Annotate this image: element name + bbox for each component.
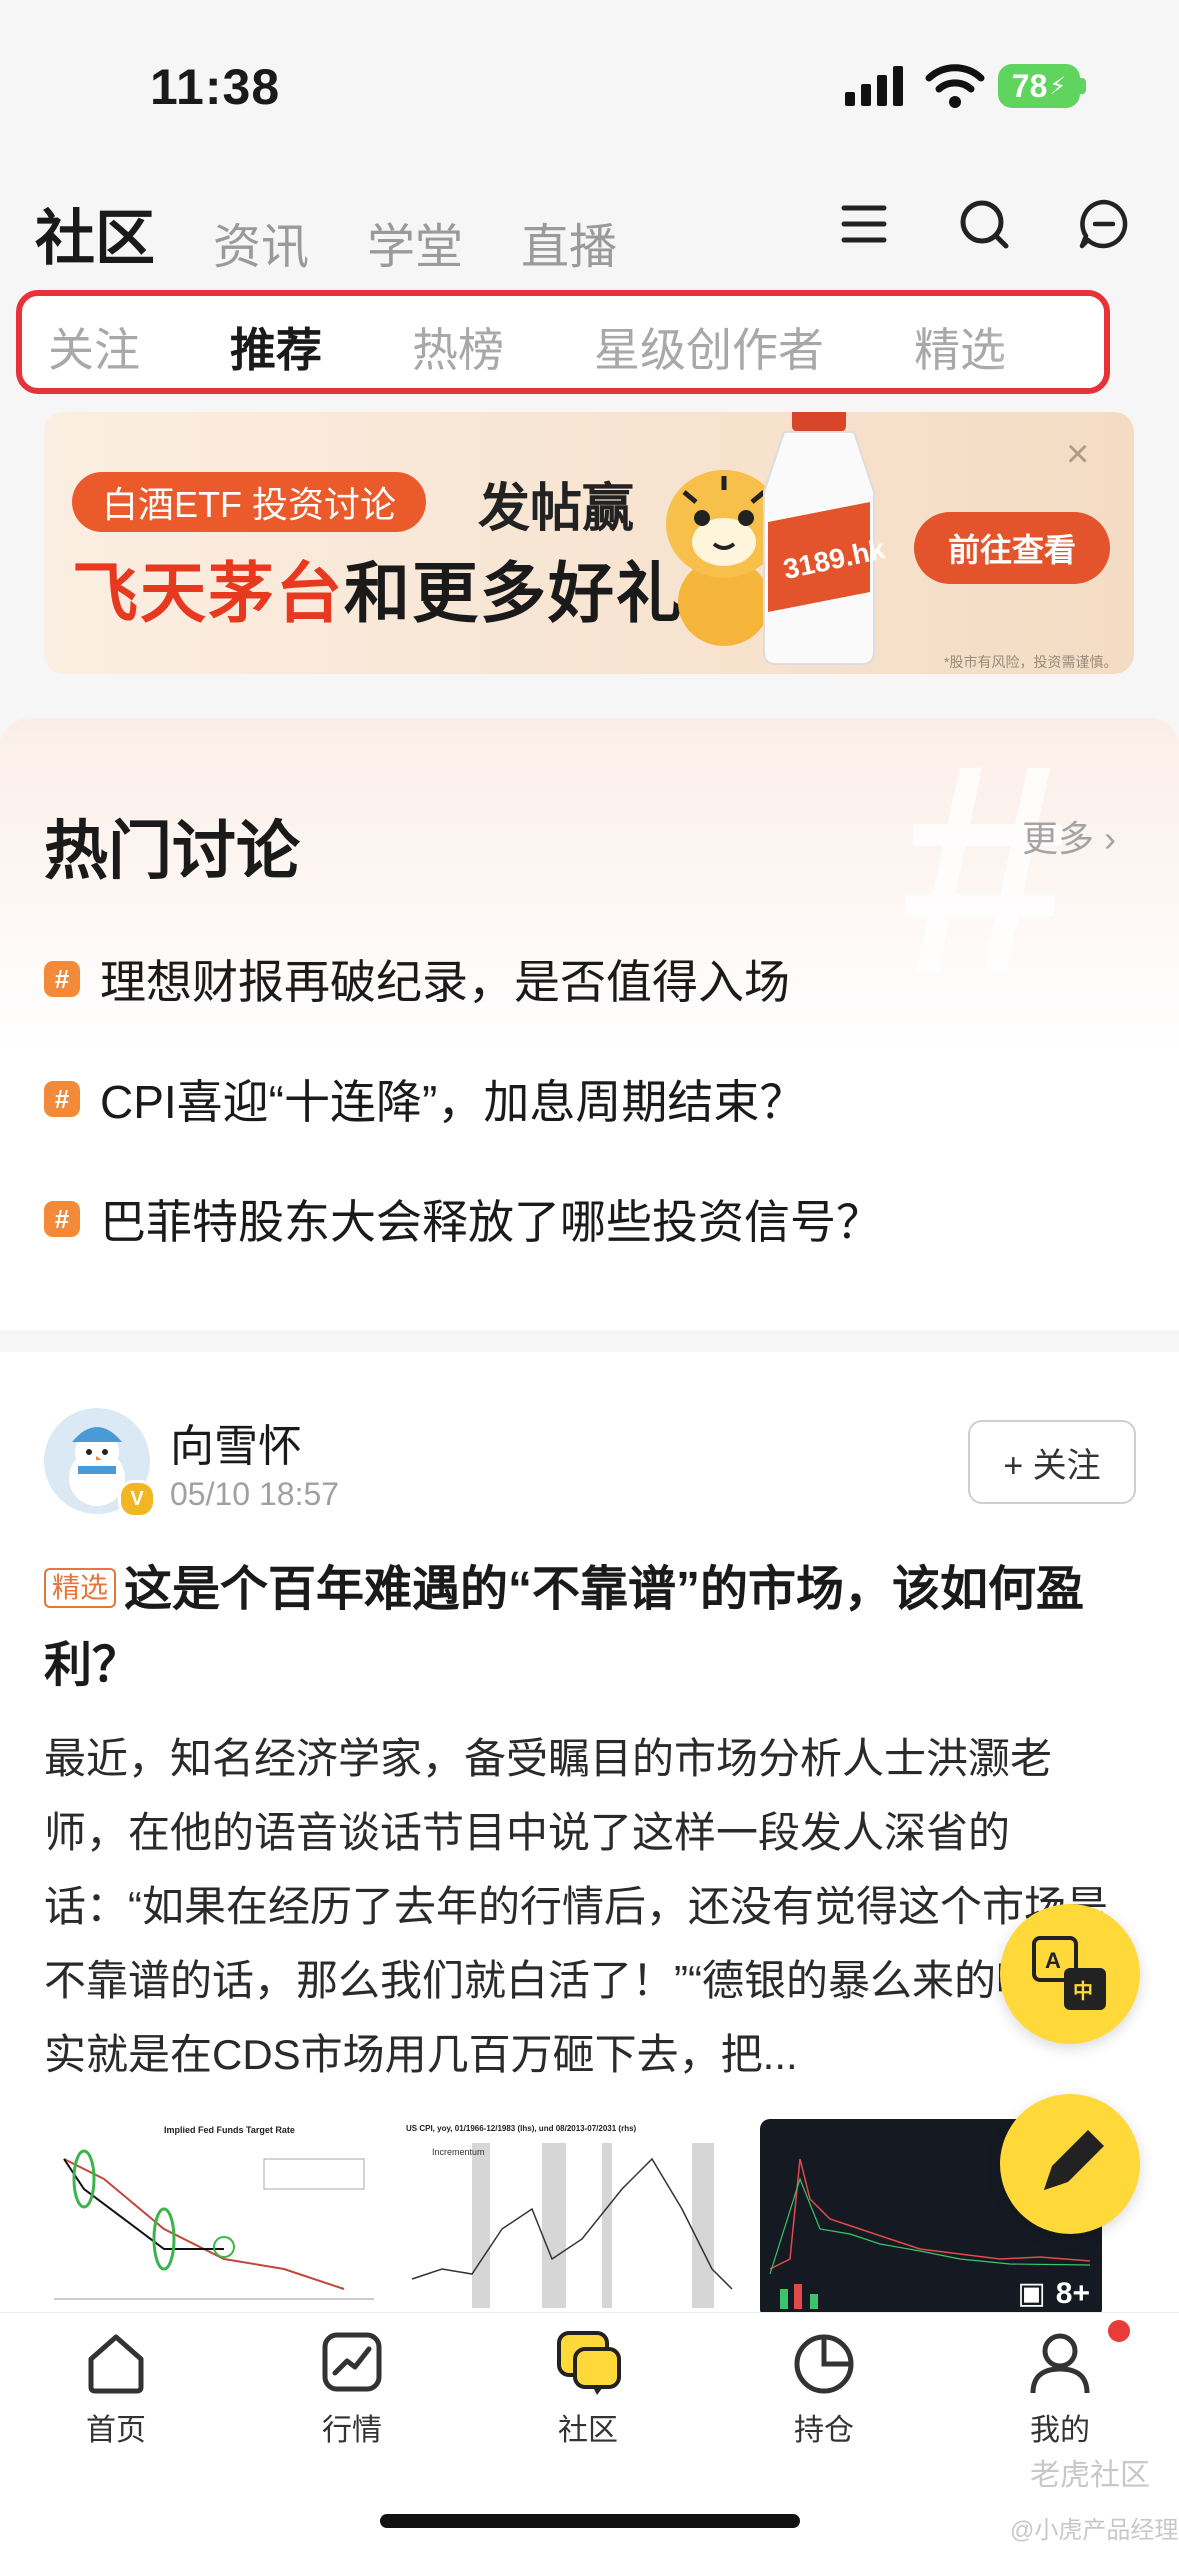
subtabs-fade xyxy=(984,296,1104,388)
compose-post-button[interactable] xyxy=(1000,2094,1140,2234)
hot-more-link[interactable]: 更多 › xyxy=(1022,810,1116,862)
svg-text:US CPI, yoy, 01/1966-12/1983 (: US CPI, yoy, 01/1966-12/1983 (lhs), und … xyxy=(406,2124,637,2133)
home-icon xyxy=(88,2334,144,2394)
pencil-icon xyxy=(1044,2130,1104,2190)
user-icon xyxy=(1030,2333,1090,2394)
subtab-star-creators[interactable]: 星级创作者 xyxy=(594,314,824,380)
svg-text:中: 中 xyxy=(1073,1979,1093,2003)
subtab-recommended[interactable]: 推荐 xyxy=(230,314,322,380)
chevron-right-icon: › xyxy=(1104,818,1117,859)
tab-news[interactable]: 资讯 xyxy=(213,207,309,277)
image-gallery-icon: ▣ xyxy=(1017,2277,1046,2310)
hot-discussion-section: # 热门讨论 更多 › # 理想财报再破纪录，是否值得入场 # CPI喜迎“十连降”，… xyxy=(0,718,1179,1330)
post-image-fed-rate-chart[interactable]: Implied Fed Funds Target Rate xyxy=(44,2119,386,2319)
svg-text:A: A xyxy=(1045,1948,1061,1973)
battery-indicator: 78 ⚡ xyxy=(998,64,1080,108)
hot-discussion-title: 热门讨论 xyxy=(44,815,300,887)
banner-subheadline: 飞天茅台和更多好礼 xyxy=(72,556,684,630)
tab-live[interactable]: 直播 xyxy=(521,207,617,277)
hot-topic-item[interactable]: # 理想财报再破纪录，是否值得入场 xyxy=(44,946,790,1012)
cellular-signal-icon xyxy=(845,66,903,106)
tab-academy[interactable]: 学堂 xyxy=(367,207,463,277)
community-icon xyxy=(557,2331,621,2395)
top-nav: 社区 资讯 学堂 直播 xyxy=(35,190,617,277)
tab-community[interactable]: 社区 xyxy=(35,190,155,277)
topic-hash-icon: # xyxy=(44,961,80,997)
banner-tag: 白酒ETF 投资讨论 xyxy=(72,472,426,532)
sub-tabs-bar: 关注 推荐 热榜 星级创作者 精选 xyxy=(16,290,1110,394)
liquor-bottle-image: 3189.hk xyxy=(763,412,888,665)
watermark-author: @小虎产品经理 xyxy=(1010,2517,1179,2544)
subtab-hot-list[interactable]: 热榜 xyxy=(412,314,504,380)
post-body[interactable]: 最近，知名经济学家，备受瞩目的市场分析人士洪灏老师，在他的语音谈话节目中说了这样… xyxy=(44,1722,1124,2092)
tab-holdings[interactable]: 持仓 xyxy=(744,2327,904,2449)
tab-me[interactable]: 我的 xyxy=(980,2327,1140,2449)
translate-button[interactable]: A 中 xyxy=(1000,1904,1140,2044)
post-images: Implied Fed Funds Target Rate US CPI, yo… xyxy=(44,2119,1102,2319)
subtab-following[interactable]: 关注 xyxy=(48,314,140,380)
search-icon[interactable] xyxy=(958,198,1010,250)
featured-badge: 精选 xyxy=(44,1568,117,1608)
home-indicator[interactable] xyxy=(380,2514,800,2528)
post-image-cpi-chart[interactable]: US CPI, yoy, 01/1966-12/1983 (lhs), und … xyxy=(402,2119,744,2319)
svg-text:Incrementum: Incrementum xyxy=(432,2147,485,2157)
watermark-logo-text: 老虎社区 xyxy=(1030,2459,1150,2492)
hot-topic-item[interactable]: # 巴菲特股东大会释放了哪些投资信号？ xyxy=(44,1186,882,1252)
author-name[interactable]: 向雪怀 xyxy=(170,1410,302,1474)
battery-cap xyxy=(1080,78,1086,94)
translate-icon: A 中 xyxy=(1032,1936,1106,2010)
post-title[interactable]: 精选 这是个百年难遇的“不靠谱”的市场，该如何盈利？ xyxy=(44,1552,1124,1704)
svg-text:Implied Fed Funds Target Rate: Implied Fed Funds Target Rate xyxy=(164,2125,295,2135)
message-icon[interactable] xyxy=(1078,198,1130,250)
more-images-badge: ▣ 8+ xyxy=(1017,2277,1090,2310)
banner-cta-button[interactable]: 前往查看 xyxy=(914,512,1110,584)
pie-chart-icon xyxy=(794,2334,854,2394)
wifi-icon xyxy=(925,64,985,108)
promo-banner[interactable]: 白酒ETF 投资讨论 发帖赢 飞天茅台和更多好礼 3189.hk 前往查看 × … xyxy=(44,412,1134,674)
tab-community-nav[interactable]: 社区 xyxy=(508,2327,668,2449)
tab-home[interactable]: 首页 xyxy=(36,2327,196,2449)
charging-bolt-icon: ⚡ xyxy=(1049,72,1067,100)
tab-market[interactable]: 行情 xyxy=(272,2327,432,2449)
status-time: 11:38 xyxy=(150,59,281,115)
topic-hash-icon: # xyxy=(44,1081,80,1117)
hot-topic-item[interactable]: # CPI喜迎“十连降”，加息周期结束？ xyxy=(44,1066,805,1132)
banner-close-icon[interactable]: × xyxy=(1066,432,1089,477)
topic-hash-icon: # xyxy=(44,1201,80,1237)
notification-dot xyxy=(1108,2320,1130,2342)
banner-disclaimer: *股市有风险，投资需谨慎。 xyxy=(944,654,1118,670)
market-chart-icon xyxy=(322,2332,382,2392)
hash-decoration-icon: # xyxy=(900,700,1067,1036)
post-time: 05/10 18:57 xyxy=(170,1476,340,1512)
follow-button[interactable]: + 关注 xyxy=(968,1420,1136,1504)
verified-badge-icon: V xyxy=(118,1480,156,1518)
menu-icon[interactable] xyxy=(838,198,890,250)
banner-headline: 发帖赢 xyxy=(478,480,635,538)
